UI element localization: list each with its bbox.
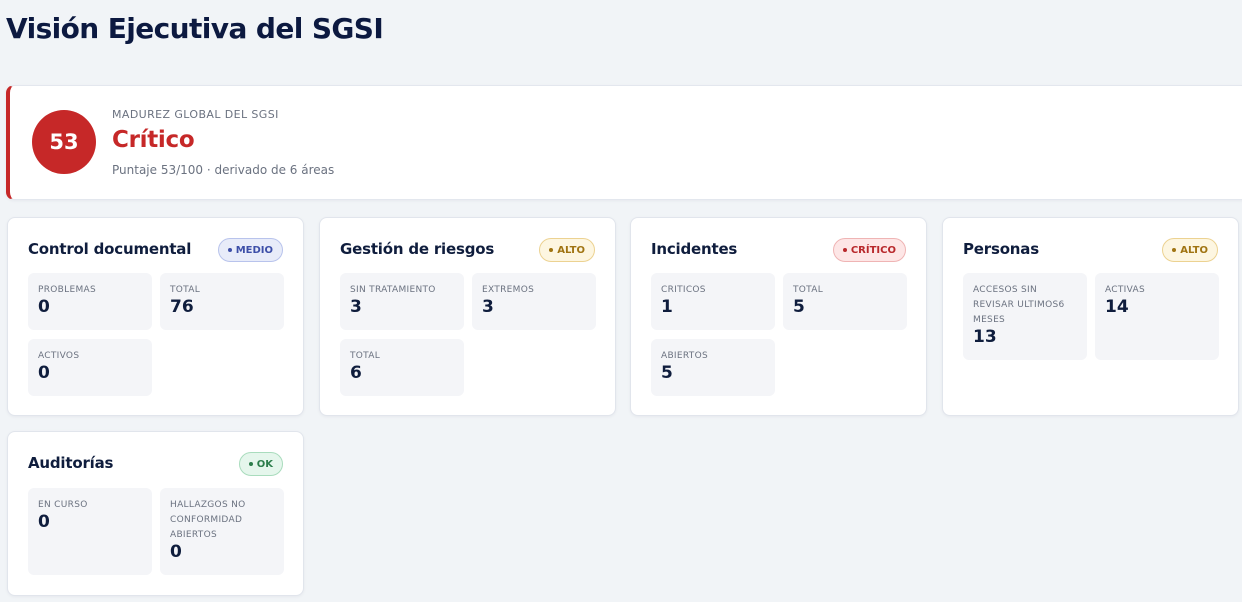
maturity-score: 53 <box>32 110 96 174</box>
maturity-description: Puntaje 53/100 · derivado de 6 áreas <box>112 163 335 177</box>
metric-problemas: PROBLEMAS 0 <box>28 273 152 330</box>
card-control-documental[interactable]: Control documental MEDIO PROBLEMAS 0 TOT… <box>7 217 304 416</box>
status-dot-icon <box>842 248 847 252</box>
metric-value: 5 <box>793 297 805 317</box>
metric-value: 1 <box>661 297 673 317</box>
card-incidentes[interactable]: Incidentes CRÍTICO CRITICOS 1 TOTAL 5 AB… <box>630 217 927 416</box>
maturity-status: Crítico <box>112 127 195 153</box>
metric-accesos-sin-revisar: ACCESOS SIN REVISAR ULTIMOS6 MESES 13 <box>963 273 1087 360</box>
metric-label: HALLAZGOS NO CONFORMIDAD ABIERTOS <box>170 500 246 540</box>
metric-activos: ACTIVOS 0 <box>28 339 152 396</box>
status-badge: MEDIO <box>217 238 283 262</box>
metric-label: TOTAL <box>170 285 201 295</box>
card-title: Control documental <box>28 240 192 258</box>
status-badge: ALTO <box>1162 238 1218 262</box>
status-dot-icon <box>1172 248 1177 252</box>
status-dot-icon <box>248 462 253 466</box>
metric-label: EN CURSO <box>38 500 88 510</box>
status-badge-label: ALTO <box>1180 244 1208 256</box>
card-gestion-riesgos[interactable]: Gestión de riesgos ALTO SIN TRATAMIENTO … <box>319 217 616 416</box>
metric-total: TOTAL 5 <box>783 273 907 330</box>
metric-sin-tratamiento: SIN TRATAMIENTO 3 <box>340 273 464 330</box>
page-title: Visión Ejecutiva del SGSI <box>6 12 384 45</box>
metric-value: 0 <box>38 363 50 383</box>
metric-label: TOTAL <box>350 351 381 361</box>
metric-criticos: CRITICOS 1 <box>651 273 775 330</box>
status-badge-label: ALTO <box>557 244 585 256</box>
metric-label: PROBLEMAS <box>38 285 96 295</box>
status-dot-icon <box>549 248 554 252</box>
metric-label: ACTIVAS <box>1105 285 1145 295</box>
metric-value: 0 <box>38 297 50 317</box>
status-badge-label: MEDIO <box>235 244 273 256</box>
status-badge-label: CRÍTICO <box>850 244 896 256</box>
status-badge: ALTO <box>539 238 595 262</box>
metric-label: EXTREMOS <box>482 285 535 295</box>
card-title: Personas <box>963 240 1039 258</box>
metric-value: 14 <box>1105 297 1129 317</box>
metric-value: 3 <box>350 297 362 317</box>
metric-value: 5 <box>661 363 673 383</box>
metric-label: CRITICOS <box>661 285 706 295</box>
status-badge: CRÍTICO <box>832 238 906 262</box>
metric-label: ACCESOS SIN REVISAR ULTIMOS6 MESES <box>973 285 1065 325</box>
card-personas[interactable]: Personas ALTO ACCESOS SIN REVISAR ULTIMO… <box>942 217 1239 416</box>
metric-activas: ACTIVAS 14 <box>1095 273 1219 360</box>
metric-label: TOTAL <box>793 285 824 295</box>
status-badge-label: OK <box>256 458 273 470</box>
card-title: Incidentes <box>651 240 738 258</box>
card-title: Auditorías <box>28 454 114 472</box>
metric-hallazgos-no-conformidad: HALLAZGOS NO CONFORMIDAD ABIERTOS 0 <box>160 488 284 575</box>
maturity-banner: 53 MADUREZ GLOBAL DEL SGSI Crítico Punta… <box>6 85 1242 200</box>
metric-label: SIN TRATAMIENTO <box>350 285 436 295</box>
card-title: Gestión de riesgos <box>340 240 495 258</box>
maturity-label: MADUREZ GLOBAL DEL SGSI <box>112 108 279 121</box>
metric-value: 6 <box>350 363 362 383</box>
metric-value: 76 <box>170 297 194 317</box>
metric-total: TOTAL 76 <box>160 273 284 330</box>
status-badge: OK <box>238 452 283 476</box>
metric-value: 0 <box>38 512 50 532</box>
metric-en-curso: EN CURSO 0 <box>28 488 152 575</box>
status-dot-icon <box>227 248 232 252</box>
card-auditorias[interactable]: Auditorías OK EN CURSO 0 HALLAZGOS NO CO… <box>7 431 304 596</box>
metric-extremos: EXTREMOS 3 <box>472 273 596 330</box>
metric-label: ACTIVOS <box>38 351 80 361</box>
metric-value: 13 <box>973 327 997 347</box>
metric-value: 3 <box>482 297 494 317</box>
metric-label: ABIERTOS <box>661 351 708 361</box>
metric-abiertos: ABIERTOS 5 <box>651 339 775 396</box>
metric-total: TOTAL 6 <box>340 339 464 396</box>
metric-value: 0 <box>170 542 182 562</box>
